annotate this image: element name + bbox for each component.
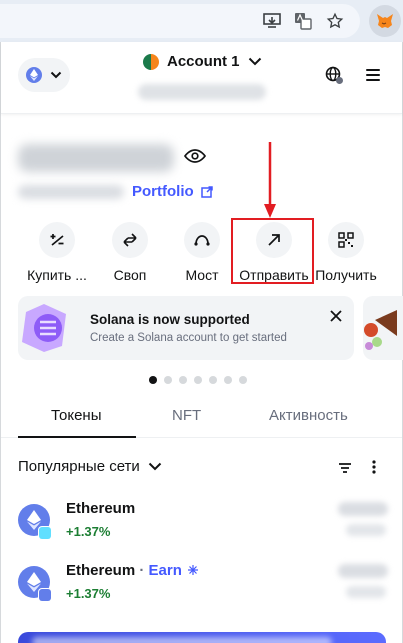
account-address-hidden[interactable] [138,84,266,100]
send-highlight-frame [231,218,314,284]
balance-change-hidden [18,185,124,199]
token-name: Ethereum [66,500,136,517]
bottom-button-label-hidden [32,637,332,643]
translate-icon[interactable] [293,11,313,31]
wallet-header: Account 1 [1,42,402,114]
browser-toolbar [0,0,403,42]
carousel-dot[interactable] [209,376,217,384]
account-name: Account 1 [167,53,240,70]
token-row[interactable]: Ethereum +1.37% [1,498,402,554]
bottom-action-button[interactable] [18,632,386,643]
eye-icon[interactable] [183,149,207,168]
network-filter-label: Популярные сети [18,458,140,475]
sort-filter-icon[interactable] [338,462,352,474]
next-banner-card[interactable] [363,296,403,360]
ethereum-icon [26,67,42,83]
swap-button[interactable]: Своп [90,222,170,283]
carousel-dot[interactable] [179,376,187,384]
buy-sell-label: Купить ... [27,267,87,283]
network-filter-dropdown[interactable]: Популярные сети [18,458,162,475]
token-amount-hidden [346,586,386,598]
token-row[interactable]: Ethereum · Earn +1.37% [1,560,402,616]
carousel-dots[interactable] [149,376,247,384]
banner-subtitle: Create a Solana account to get started [90,332,287,344]
swap-icon [112,222,148,258]
bridge-button[interactable]: Мост [162,222,242,283]
active-tab-indicator [18,436,136,438]
tab-nft[interactable]: NFT [172,407,201,424]
qr-code-icon [328,222,364,258]
asset-tabs: Токены NFT Активность [1,392,402,438]
bridge-icon [184,222,220,258]
total-balance-hidden [18,144,174,172]
network-selector[interactable] [18,58,70,92]
banner-illustration-icon [364,310,397,350]
receive-label: Получить [315,267,377,283]
tab-tokens[interactable]: Токены [51,407,101,424]
metamask-fox-icon[interactable] [369,5,401,37]
ethereum-network-badge-icon [38,588,52,602]
token-amount-hidden [346,524,386,536]
token-change: +1.37% [66,524,111,539]
carousel-dot[interactable] [194,376,202,384]
token-change: +1.37% [66,586,111,601]
receive-button[interactable]: Получить [306,222,386,283]
portfolio-link[interactable]: Portfolio [132,183,213,200]
globe-icon[interactable] [324,65,346,87]
close-icon[interactable] [330,310,342,322]
external-link-icon [200,185,213,198]
metamask-popup: Account 1 Portfolio Купить ... Своп Мост… [0,42,403,643]
account-avatar [143,53,159,70]
action-bar: Купить ... Своп Мост Отправить Получить [1,222,402,286]
account-selector[interactable]: Account 1 [143,53,262,70]
banner-title: Solana is now supported [90,312,250,327]
sparkle-icon [188,565,199,575]
token-fiat-value-hidden [338,502,388,516]
hamburger-menu-icon[interactable] [366,69,380,81]
portfolio-label: Portfolio [132,183,194,200]
chevron-down-icon [50,71,62,79]
solana-banner[interactable]: Solana is now supported Create a Solana … [18,296,354,360]
carousel-dot[interactable] [224,376,232,384]
token-name: Ethereum [66,562,136,579]
solana-illustration-icon [22,304,66,352]
more-vertical-icon[interactable] [372,460,376,474]
carousel-dot[interactable] [149,376,157,384]
token-name-row: Ethereum · Earn [66,562,199,579]
earn-link[interactable]: Earn [149,562,182,579]
bridge-label: Мост [185,267,219,283]
bookmark-star-icon[interactable] [325,11,345,31]
buy-sell-button[interactable]: Купить ... [17,222,97,283]
annotation-arrow-icon [264,142,276,218]
buy-sell-icon [39,222,75,258]
screen-cast-icon[interactable] [262,11,282,31]
tab-activity[interactable]: Активность [269,407,348,424]
token-fiat-value-hidden [338,564,388,578]
swap-label: Своп [113,267,147,283]
chevron-down-icon [248,57,261,66]
chevron-down-icon [148,462,162,471]
carousel-dot[interactable] [164,376,172,384]
linea-network-badge-icon [38,526,52,540]
carousel-dot[interactable] [239,376,247,384]
